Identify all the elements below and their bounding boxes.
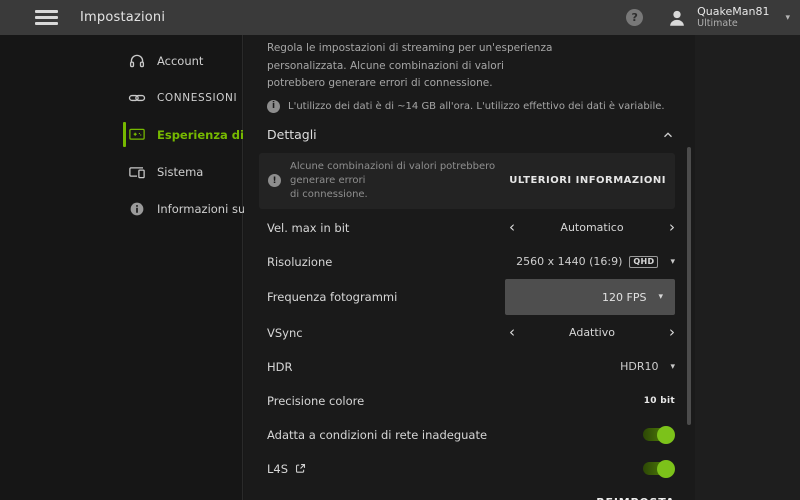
sidebar-item-label: Informazioni su — [157, 202, 245, 216]
link-icon — [128, 89, 146, 107]
bitrate-stepper: ‹ Automatico › — [509, 220, 675, 235]
sidebar: Account CONNESSIONI — [0, 35, 243, 500]
framerate-dropdown[interactable]: 120 FPS ▾ — [505, 279, 675, 315]
color-precision-value: 10 bit — [644, 396, 675, 406]
network-adapt-toggle[interactable] — [643, 428, 673, 441]
chevron-left-icon[interactable]: ‹ — [509, 325, 515, 340]
help-icon[interactable]: ? — [626, 9, 643, 26]
resolution-dropdown[interactable]: 2560 x 1440 (16:9) QHD ▾ — [516, 255, 675, 268]
chevron-right-icon[interactable]: › — [669, 220, 675, 235]
section-title: Dettagli — [267, 127, 317, 142]
headset-icon — [128, 52, 146, 70]
hdr-dropdown[interactable]: HDR10 ▾ — [620, 360, 675, 373]
sidebar-item-account[interactable]: Account — [0, 42, 242, 79]
warning-text: Alcune combinazioni di valori potrebbero… — [290, 160, 495, 202]
game-display-icon — [128, 126, 146, 144]
section-dettagli[interactable]: Dettagli — [267, 125, 675, 145]
user-menu[interactable]: QuakeMan81 Ultimate — [697, 5, 769, 31]
user-tier: Ultimate — [697, 18, 769, 30]
setting-row-bitrate: Vel. max in bit ‹ Automatico › — [267, 211, 675, 245]
info-icon — [128, 200, 146, 218]
avatar[interactable] — [666, 7, 688, 29]
page-title: Impostazioni — [80, 10, 165, 25]
chevron-left-icon[interactable]: ‹ — [509, 220, 515, 235]
menu-icon[interactable] — [35, 7, 58, 29]
resolution-value: 2560 x 1440 (16:9) — [516, 255, 622, 268]
vsync-stepper: ‹ Adattivo › — [509, 325, 675, 340]
scrollbar-thumb[interactable] — [687, 147, 691, 425]
devices-icon — [128, 163, 146, 181]
setting-row-l4s: L4S — [267, 452, 675, 486]
setting-row-framerate: Frequenza fotogrammi 120 FPS ▾ — [267, 279, 675, 316]
sidebar-item-sistema[interactable]: Sistema — [0, 153, 242, 190]
settings-window: Impostazioni ? QuakeMan81 Ultimate ▾ — [0, 0, 800, 500]
framerate-value: 120 FPS — [602, 291, 646, 304]
sidebar-item-connessioni[interactable]: CONNESSIONI — [0, 79, 242, 116]
caret-down-icon: ▾ — [670, 257, 675, 267]
l4s-label: L4S — [267, 462, 288, 476]
sidebar-item-label: Account — [157, 54, 203, 68]
user-icon — [666, 7, 688, 29]
info-icon: i — [267, 100, 280, 113]
bitrate-value: Automatico — [560, 221, 623, 234]
more-info-button[interactable]: ULTERIORI INFORMAZIONI — [495, 175, 666, 186]
setting-row-vsync: VSync ‹ Adattivo › — [267, 316, 675, 350]
right-margin — [695, 35, 800, 500]
topbar-right: ? QuakeMan81 Ultimate ▾ — [626, 5, 790, 31]
main-content: Regola le impostazioni di streaming per … — [244, 35, 695, 500]
caret-down-icon: ▾ — [658, 292, 663, 302]
caret-down-icon: ▾ — [670, 362, 675, 372]
l4s-toggle[interactable] — [643, 462, 673, 475]
user-name: QuakeMan81 — [697, 5, 769, 19]
sidebar-item-label: CONNESSIONI — [157, 92, 237, 104]
top-bar: Impostazioni ? QuakeMan81 Ultimate ▾ — [0, 0, 800, 35]
qhd-badge: QHD — [629, 256, 658, 268]
warning-banner: ! Alcune combinazioni di valori potrebbe… — [259, 153, 675, 209]
setting-row-network-adapt: Adatta a condizioni di rete inadeguate — [267, 418, 675, 452]
vsync-value: Adattivo — [569, 326, 615, 339]
setting-row-color-precision: Precisione colore 10 bit — [267, 384, 675, 418]
setting-row-resolution: Risoluzione 2560 x 1440 (16:9) QHD ▾ — [267, 245, 675, 279]
chevron-right-icon[interactable]: › — [669, 325, 675, 340]
data-usage-note: i L'utilizzo dei dati è di ~14 GB all'or… — [267, 100, 675, 113]
hdr-value: HDR10 — [620, 360, 658, 373]
reset-button[interactable]: REIMPOSTA — [596, 496, 675, 500]
intro-text: Regola le impostazioni di streaming per … — [267, 40, 675, 93]
sidebar-item-esperienza-di-gioco[interactable]: Esperienza di gioco — [0, 116, 242, 153]
setting-row-hdr: HDR HDR10 ▾ — [267, 350, 675, 384]
external-link-icon[interactable] — [295, 463, 306, 474]
sidebar-item-label: Sistema — [157, 165, 203, 179]
chevron-down-icon[interactable]: ▾ — [785, 13, 790, 23]
chevron-up-icon[interactable] — [661, 128, 675, 142]
warning-icon: ! — [268, 174, 281, 187]
sidebar-item-informazioni-su[interactable]: Informazioni su — [0, 190, 242, 227]
